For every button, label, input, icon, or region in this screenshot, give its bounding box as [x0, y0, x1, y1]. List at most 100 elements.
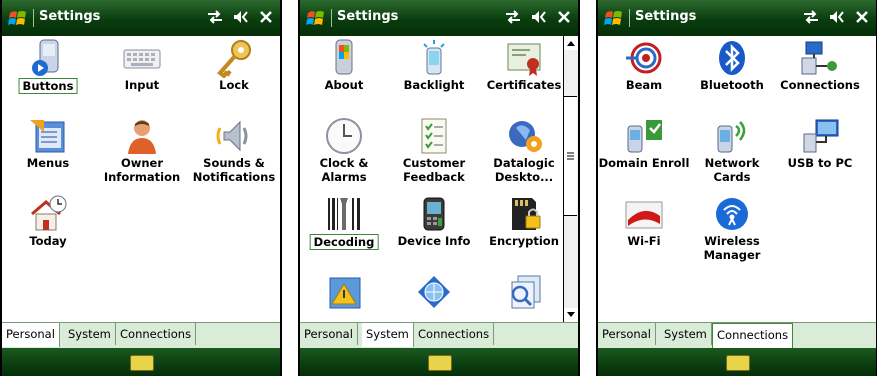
- setting-datalogic-desktop[interactable]: Datalogic Deskto...: [478, 114, 570, 188]
- setting-connections[interactable]: Connections: [774, 36, 866, 110]
- screen-personal: Settings Buttons Input Lock Menus Owner …: [0, 0, 282, 376]
- tab-connections[interactable]: Connections: [414, 323, 495, 345]
- setting-backlight[interactable]: Backlight: [388, 36, 480, 110]
- beam-icon: [626, 42, 662, 74]
- close-icon[interactable]: [258, 9, 274, 25]
- start-button-icon[interactable]: [604, 8, 624, 28]
- setting-network-cards[interactable]: Network Cards: [686, 114, 778, 188]
- tab-system[interactable]: System: [64, 323, 116, 345]
- setting-label: About: [324, 78, 364, 92]
- setting-wireless-manager[interactable]: Wireless Manager: [686, 192, 778, 266]
- close-icon[interactable]: [556, 9, 572, 25]
- feedback-icon: [421, 118, 447, 154]
- connections-icon: [801, 41, 837, 75]
- buttons-icon: [32, 39, 59, 76]
- tab-bar: Personal System Connections: [2, 322, 280, 349]
- setting-label: Network Cards: [704, 156, 760, 184]
- tab-connections[interactable]: Connections: [116, 323, 197, 345]
- setting-label: Encryption: [489, 234, 559, 248]
- settings-icon-grid: About Backlight Certificates Clock & Ala…: [300, 36, 564, 322]
- setting-owner-information[interactable]: Owner Information: [96, 114, 188, 188]
- setting-domain-enroll[interactable]: Domain Enroll: [598, 114, 690, 188]
- scroll-up-icon[interactable]: [564, 36, 578, 50]
- setting-label: Clock & Alarms: [319, 156, 369, 184]
- setting-device-info[interactable]: Device Info: [388, 192, 480, 266]
- bluetooth-icon: [719, 41, 745, 75]
- domain-enroll-icon: [627, 120, 662, 153]
- tab-personal[interactable]: Personal: [300, 323, 358, 345]
- settings-icon-grid: Beam Bluetooth Connections Domain Enroll…: [598, 36, 876, 322]
- setting-sounds-notifications[interactable]: Sounds & Notifications: [188, 114, 280, 188]
- tab-system[interactable]: System: [362, 323, 414, 347]
- tab-bar: Personal System Connections: [598, 322, 876, 349]
- setting-bluetooth[interactable]: Bluetooth: [686, 36, 778, 110]
- network-cards-icon: [717, 121, 746, 153]
- setting-encryption[interactable]: Encryption: [478, 192, 570, 266]
- wireless-manager-icon: [716, 198, 748, 230]
- setting-label: Connections: [780, 78, 860, 92]
- volume-icon[interactable]: [232, 8, 250, 26]
- title-bar: Settings: [300, 0, 578, 36]
- globe-icon: [418, 276, 450, 308]
- setting-label: USB to PC: [787, 156, 853, 170]
- volume-icon[interactable]: [828, 8, 846, 26]
- setting-label: Customer Feedback: [402, 156, 466, 184]
- vertical-scrollbar[interactable]: [563, 36, 578, 322]
- setting-usb-to-pc[interactable]: USB to PC: [774, 114, 866, 188]
- setting-label: Menus: [26, 156, 70, 170]
- title-bar: Settings: [2, 0, 280, 36]
- setting-label: Lock: [219, 78, 249, 92]
- today-icon: [31, 195, 67, 231]
- keyboard-icon: [123, 49, 161, 69]
- encryption-icon: [512, 198, 541, 230]
- start-button-icon[interactable]: [306, 8, 326, 28]
- setting-beam[interactable]: Beam: [598, 36, 690, 110]
- keyboard-toggle-icon[interactable]: [130, 355, 154, 371]
- window-title: Settings: [635, 9, 697, 24]
- tab-personal[interactable]: Personal: [598, 323, 656, 345]
- setting-label: Buttons: [18, 78, 78, 94]
- title-bar: Settings: [598, 0, 876, 36]
- setting-label: Device Info: [397, 234, 471, 248]
- setting-menus[interactable]: Menus: [2, 114, 94, 188]
- setting-label: Decoding: [309, 234, 379, 250]
- about-icon: [335, 39, 353, 75]
- key-icon: [217, 40, 251, 78]
- start-button-icon[interactable]: [8, 8, 28, 28]
- tab-system[interactable]: System: [660, 323, 712, 345]
- speaker-icon: [216, 120, 248, 152]
- window-title: Settings: [39, 9, 101, 24]
- setting-customer-feedback[interactable]: Customer Feedback: [388, 114, 480, 188]
- menus-icon: [30, 120, 65, 153]
- connectivity-icon[interactable]: [206, 8, 224, 26]
- setting-wi-fi[interactable]: Wi-Fi: [598, 192, 690, 266]
- scroll-thumb[interactable]: [564, 96, 577, 216]
- keyboard-toggle-icon[interactable]: [726, 355, 750, 371]
- menu-bar: [2, 348, 280, 376]
- menu-bar: [598, 348, 876, 376]
- decoding-icon: [328, 198, 360, 230]
- connectivity-icon[interactable]: [802, 8, 820, 26]
- setting-decoding[interactable]: Decoding: [300, 192, 390, 266]
- setting-input[interactable]: Input: [96, 36, 188, 110]
- keyboard-toggle-icon[interactable]: [428, 355, 452, 371]
- setting-buttons[interactable]: Buttons: [2, 36, 94, 110]
- tab-connections[interactable]: Connections: [712, 323, 794, 349]
- scroll-down-icon[interactable]: [564, 308, 578, 322]
- setting-label: Sounds & Notifications: [192, 156, 276, 184]
- setting-today[interactable]: Today: [2, 192, 94, 266]
- setting-lock[interactable]: Lock: [188, 36, 280, 110]
- setting-about[interactable]: About: [300, 36, 390, 110]
- tab-personal[interactable]: Personal: [2, 323, 60, 347]
- setting-clock-alarms[interactable]: Clock & Alarms: [300, 114, 390, 188]
- setting-label: Backlight: [403, 78, 465, 92]
- clock-icon: [326, 118, 362, 154]
- menu-bar: [300, 348, 578, 376]
- usb-icon: [803, 119, 839, 153]
- memory-icon: [511, 275, 541, 309]
- close-icon[interactable]: [854, 9, 870, 25]
- setting-label: Wi-Fi: [627, 234, 661, 248]
- connectivity-icon[interactable]: [504, 8, 522, 26]
- volume-icon[interactable]: [530, 8, 548, 26]
- setting-certificates[interactable]: Certificates: [478, 36, 570, 110]
